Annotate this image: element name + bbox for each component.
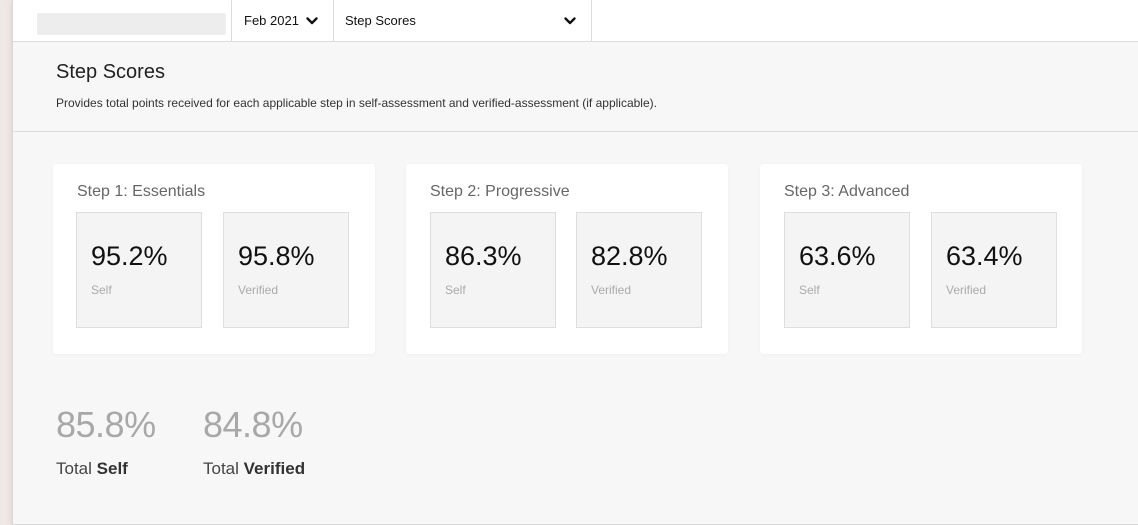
total-self-label-strong: Self xyxy=(96,459,128,478)
verified-score-label: Verified xyxy=(946,283,987,297)
self-score-label: Self xyxy=(445,283,466,297)
verified-score-box: 95.8% Verified xyxy=(223,212,349,328)
step-card-progressive: Step 2: Progressive 86.3% Self 82.8% Ver… xyxy=(406,164,728,354)
self-score-box: 95.2% Self xyxy=(76,212,202,328)
verified-score-box: 82.8% Verified xyxy=(576,212,702,328)
verified-score-value: 63.4% xyxy=(946,241,1023,271)
total-self-label: Total Self xyxy=(56,459,128,479)
step-card-title: Step 1: Essentials xyxy=(77,183,206,200)
total-verified-label-prefix: Total xyxy=(203,459,239,478)
chevron-down-icon xyxy=(564,17,576,25)
total-verified-value: 84.8% xyxy=(203,404,303,445)
self-score-label: Self xyxy=(799,283,820,297)
step-card-advanced: Step 3: Advanced 63.6% Self 63.4% Verifi… xyxy=(760,164,1082,354)
verified-score-label: Verified xyxy=(591,283,632,297)
step-card-title: Step 3: Advanced xyxy=(784,183,910,200)
self-score-value: 95.2% xyxy=(91,241,168,271)
organization-name-placeholder xyxy=(37,13,226,35)
top-bar: Feb 2021 Step Scores xyxy=(13,0,1138,42)
app-window: Feb 2021 Step Scores Step Scores Provide… xyxy=(12,0,1138,525)
total-self-label-prefix: Total xyxy=(56,459,92,478)
toolbar-divider xyxy=(231,0,232,41)
toolbar-divider xyxy=(591,0,592,41)
step-card-essentials: Step 1: Essentials 95.2% Self 95.8% Veri… xyxy=(53,164,375,354)
total-verified-label-strong: Verified xyxy=(243,459,306,478)
toolbar-divider xyxy=(333,0,334,41)
period-dropdown-label: Feb 2021 xyxy=(244,13,299,28)
verified-score-value: 95.8% xyxy=(238,241,315,271)
step-card-title: Step 2: Progressive xyxy=(430,183,570,200)
self-score-label: Self xyxy=(91,283,112,297)
verified-score-box: 63.4% Verified xyxy=(931,212,1057,328)
verified-score-value: 82.8% xyxy=(591,241,668,271)
chevron-down-icon xyxy=(306,16,318,24)
page-description: Provides total points received for each … xyxy=(56,96,657,110)
total-self-value: 85.8% xyxy=(56,404,156,445)
verified-score-label: Verified xyxy=(238,283,279,297)
self-score-value: 63.6% xyxy=(799,241,876,271)
report-dropdown[interactable]: Step Scores xyxy=(345,0,590,41)
self-score-box: 86.3% Self xyxy=(430,212,556,328)
page-header: Step Scores Provides total points receiv… xyxy=(13,42,1138,132)
report-dropdown-label: Step Scores xyxy=(345,13,416,28)
page-title: Step Scores xyxy=(56,61,165,83)
self-score-box: 63.6% Self xyxy=(784,212,910,328)
self-score-value: 86.3% xyxy=(445,241,522,271)
total-verified-label: Total Verified xyxy=(203,459,305,479)
period-dropdown[interactable]: Feb 2021 xyxy=(244,0,328,41)
